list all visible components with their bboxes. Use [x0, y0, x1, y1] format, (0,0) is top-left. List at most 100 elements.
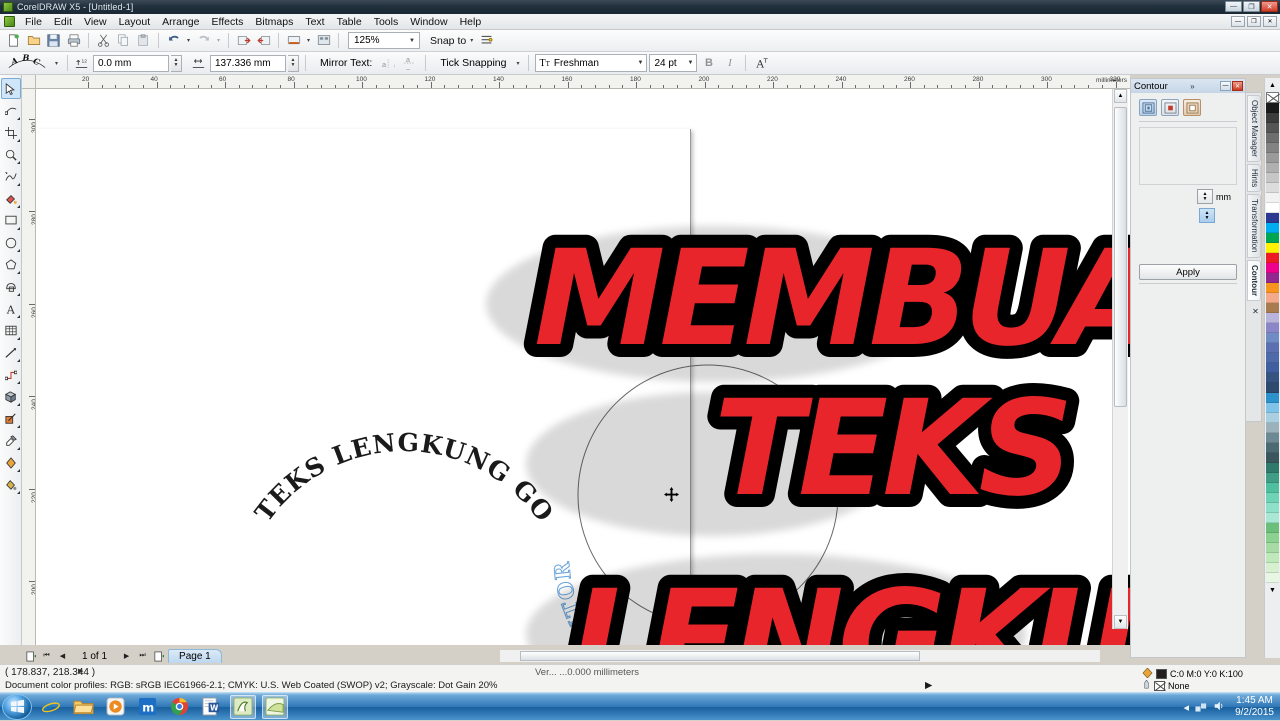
drawing-canvas[interactable]: TEKS LENGKUNG GO TUTOR TEKS LENGKUNG GO …	[36, 89, 1130, 645]
palette-swatch[interactable]	[1266, 553, 1279, 563]
outline-color-status[interactable]: None	[1142, 679, 1190, 692]
maximize-button[interactable]: ❐	[1243, 1, 1260, 12]
snap-to-dropdown-icon[interactable]: ▾	[467, 31, 476, 50]
print-icon[interactable]	[64, 31, 83, 50]
horizontal-offset-spinner[interactable]: ▲ ▼	[288, 54, 299, 72]
horizontal-scrollbar[interactable]	[500, 650, 1100, 662]
palette-swatch[interactable]	[1266, 573, 1279, 583]
volume-icon[interactable]	[1213, 700, 1225, 715]
color-palette[interactable]: ▲ ▼	[1264, 78, 1280, 658]
palette-swatch[interactable]	[1266, 403, 1279, 413]
palette-swatch[interactable]	[1266, 243, 1279, 253]
corel-photopaint-icon[interactable]	[262, 694, 288, 719]
publish-dropdown-icon[interactable]: ▾	[304, 31, 313, 50]
inner-close-button[interactable]: ✕	[1263, 16, 1277, 27]
basic-shapes-tool[interactable]	[1, 276, 21, 297]
close-button[interactable]: ✕	[1261, 1, 1278, 12]
add-page-icon[interactable]	[24, 650, 37, 663]
tick-snapping-dropdown-icon[interactable]: ▾	[513, 54, 522, 73]
palette-swatch[interactable]	[1266, 523, 1279, 533]
pick-tool[interactable]	[0, 78, 21, 99]
docker-close-button[interactable]: ✕	[1231, 81, 1243, 91]
status-expand-icon[interactable]: ▶	[78, 667, 83, 675]
color-profiles-expand-icon[interactable]: ▶	[925, 680, 932, 691]
window-controls[interactable]: — ❐ ✕	[1225, 1, 1278, 12]
menu-arrange[interactable]: Arrange	[156, 15, 205, 29]
palette-swatch[interactable]	[1266, 223, 1279, 233]
mirror-horizontal-icon[interactable]: aa	[379, 54, 398, 73]
dimension-tool[interactable]	[1, 342, 21, 363]
palette-swatch[interactable]	[1266, 503, 1279, 513]
text-properties-icon[interactable]: A	[752, 54, 771, 73]
text-on-path-dropdown-icon[interactable]: ▾	[52, 54, 61, 73]
polygon-tool[interactable]	[1, 254, 21, 275]
application-launcher-icon[interactable]	[314, 31, 333, 50]
palette-swatch[interactable]	[1266, 463, 1279, 473]
system-clock[interactable]: 1:45 AM 9/2/2015	[1231, 695, 1274, 719]
palette-swatch[interactable]	[1266, 383, 1279, 393]
text-on-path-icon[interactable]: A B C	[4, 54, 50, 72]
palette-swatch[interactable]	[1266, 323, 1279, 333]
scroll-down-icon[interactable]: ▼	[1114, 615, 1127, 629]
palette-swatch[interactable]	[1266, 533, 1279, 543]
horizontal-offset-input[interactable]: 137.336 mm	[210, 54, 286, 72]
palette-swatch[interactable]	[1266, 133, 1279, 143]
palette-swatch[interactable]	[1266, 393, 1279, 403]
menu-file[interactable]: File	[19, 15, 48, 29]
palette-swatch[interactable]	[1266, 373, 1279, 383]
publish-pdf-icon[interactable]	[284, 31, 303, 50]
apply-button[interactable]: Apply	[1139, 264, 1237, 280]
palette-swatch[interactable]	[1266, 473, 1279, 483]
snap-to-label[interactable]: Snap to	[430, 35, 466, 47]
menu-view[interactable]: View	[78, 15, 113, 29]
internet-explorer-icon[interactable]: e	[38, 695, 64, 719]
add-page-end-icon[interactable]	[152, 650, 165, 663]
blend-tool[interactable]	[1, 386, 21, 407]
menu-layout[interactable]: Layout	[113, 15, 157, 29]
palette-swatch[interactable]	[1266, 213, 1279, 223]
vertical-scrollbar[interactable]: ▲ ▼	[1112, 89, 1128, 629]
menu-tools[interactable]: Tools	[368, 15, 405, 29]
fill-color-status[interactable]: C:0 M:0 Y:0 K:100	[1142, 667, 1243, 680]
palette-swatch[interactable]	[1266, 153, 1279, 163]
maxthon-browser-icon[interactable]: m	[134, 695, 160, 719]
menu-help[interactable]: Help	[454, 15, 488, 29]
crop-tool[interactable]	[1, 122, 21, 143]
palette-swatch[interactable]	[1266, 253, 1279, 263]
shape-tool[interactable]	[1, 100, 21, 121]
bold-icon[interactable]: B	[699, 54, 718, 73]
tick-snapping-label[interactable]: Tick Snapping	[440, 57, 506, 69]
chevron-down-icon[interactable]: ▼	[688, 60, 694, 66]
palette-swatch[interactable]	[1266, 343, 1279, 353]
palette-swatch[interactable]	[1266, 483, 1279, 493]
windows-start-orb[interactable]	[2, 693, 32, 720]
palette-swatch[interactable]	[1266, 413, 1279, 423]
vertical-ruler[interactable]: 300 280 260 240 220 200	[22, 89, 36, 645]
windows-explorer-icon[interactable]	[70, 695, 96, 719]
inner-minimize-button[interactable]: —	[1231, 16, 1245, 27]
media-player-icon[interactable]	[102, 695, 128, 719]
palette-swatch[interactable]	[1266, 163, 1279, 173]
rectangle-tool[interactable]	[1, 210, 21, 231]
vertical-scroll-thumb[interactable]	[1114, 107, 1127, 407]
menu-edit[interactable]: Edit	[48, 15, 78, 29]
docker-tab-object-manager[interactable]: Object Manager	[1247, 95, 1261, 162]
palette-swatch[interactable]	[1266, 433, 1279, 443]
chevron-down-icon[interactable]: ▼	[409, 38, 415, 44]
freehand-tool[interactable]	[1, 166, 21, 187]
save-icon[interactable]	[44, 31, 63, 50]
palette-swatch[interactable]	[1266, 493, 1279, 503]
copy-icon[interactable]	[114, 31, 133, 50]
contour-offset-spinner[interactable]: ▲ ▼	[1197, 189, 1213, 204]
palette-swatch[interactable]	[1266, 353, 1279, 363]
palette-swatch[interactable]	[1266, 193, 1279, 203]
contour-inside-icon[interactable]	[1161, 99, 1179, 116]
font-size-combo[interactable]: 24 pt ▼	[649, 54, 698, 72]
palette-swatch[interactable]	[1266, 303, 1279, 313]
eyedropper-tool[interactable]	[1, 430, 21, 451]
next-page-icon[interactable]: ▶	[120, 650, 133, 663]
palette-swatch[interactable]	[1266, 283, 1279, 293]
redo-icon[interactable]	[194, 31, 213, 50]
palette-swatch[interactable]	[1266, 313, 1279, 323]
interactive-fill-tool[interactable]	[1, 474, 21, 495]
